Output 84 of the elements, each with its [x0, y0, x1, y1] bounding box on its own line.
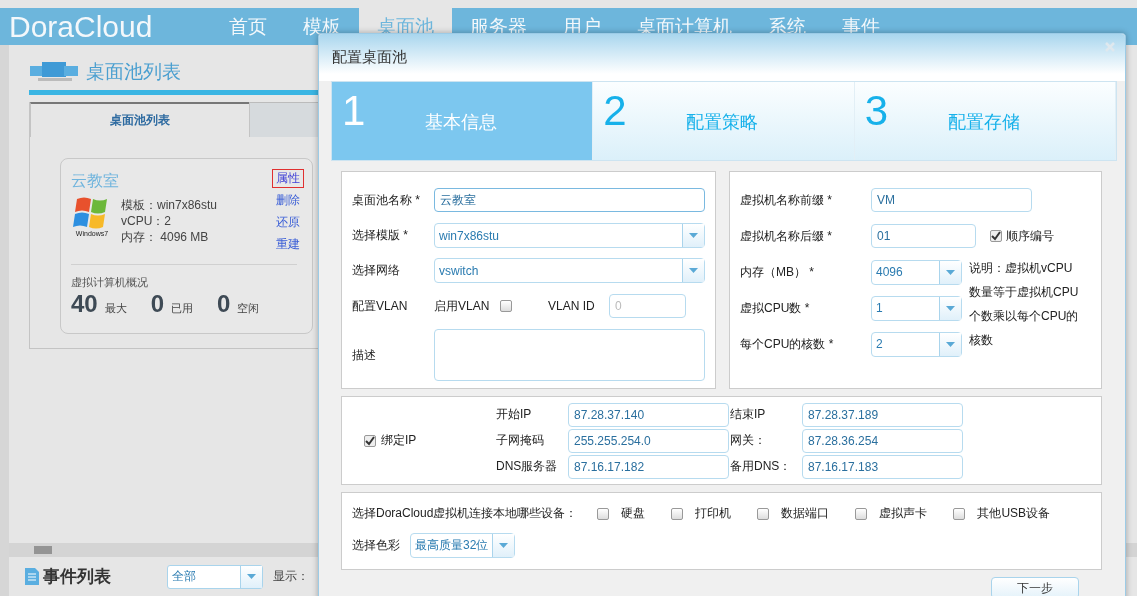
action-link[interactable]: 重建	[272, 235, 304, 254]
caret-icon	[689, 233, 698, 238]
textarea-field[interactable]	[434, 329, 705, 381]
caret-icon	[946, 341, 955, 347]
spec-text: 内存： 4096 MB	[121, 229, 210, 245]
next-button[interactable]: 下一步	[991, 577, 1079, 596]
dialog-title: 配置桌面池	[332, 48, 407, 67]
field-label: VLAN ID	[548, 299, 596, 313]
page-title: 桌面池列表	[86, 60, 181, 84]
caret-icon	[689, 268, 698, 273]
select-field[interactable]: win7x86stu	[434, 223, 705, 248]
input-field[interactable]: 云教室	[434, 188, 705, 212]
input-field[interactable]: 87.16.17.182	[568, 454, 729, 479]
action-link[interactable]: 还原	[272, 213, 304, 232]
select-field[interactable]: 4096	[871, 259, 962, 285]
field-label: 选择DoraCloud虚拟机连接本地哪些设备：	[352, 505, 578, 522]
field-label: 每个CPU的核数 *	[740, 335, 835, 353]
action-link[interactable]: 属性	[272, 169, 304, 188]
checkbox[interactable]	[671, 507, 684, 520]
field-label: 启用VLAN	[434, 297, 491, 315]
input-field[interactable]: 87.28.37.140	[568, 402, 729, 427]
spec-text: 模板：win7x86stu	[121, 197, 218, 213]
action-link[interactable]: 删除	[272, 191, 304, 210]
field-label: 内存（MB） *	[740, 263, 815, 281]
note-text: 说明：虚拟机vCPU数量等于虚拟机CPU个数乘以每个CPU的核数	[969, 260, 1080, 349]
field-label: 显示：	[273, 568, 309, 585]
caret-icon	[946, 269, 955, 275]
caret-icon	[247, 574, 256, 579]
input-field[interactable]: 01	[871, 224, 976, 248]
checkbox-label: 顺序编号	[1006, 227, 1054, 245]
field-label: 虚拟机名称后缀 *	[740, 227, 833, 245]
field-label: 描述	[352, 346, 377, 364]
field-label: 配置VLAN	[352, 297, 409, 315]
caret-icon	[946, 305, 955, 311]
tab[interactable]: 桌面池列表	[30, 102, 250, 137]
stat-label: 已用	[171, 301, 194, 316]
stat-value: 40	[71, 290, 98, 318]
field-label: 虚拟机名称前缀 *	[740, 191, 833, 209]
field-label: 选择网络	[352, 262, 401, 279]
field-label: 子网掩码	[496, 432, 545, 449]
checkbox-label: 其他USB设备	[977, 505, 1051, 522]
checkbox[interactable]	[757, 507, 770, 520]
select-field[interactable]: 1	[871, 295, 962, 321]
document-icon	[25, 568, 39, 585]
select-field[interactable]: vswitch	[434, 258, 705, 283]
field-label: 结束IP	[730, 406, 767, 423]
handle-icon[interactable]	[34, 546, 52, 554]
caret-icon	[499, 543, 508, 548]
field-label: 虚拟CPU数 *	[740, 299, 811, 317]
field-label: 备用DNS：	[730, 458, 793, 475]
checkbox[interactable]	[364, 434, 376, 447]
stat-label: 最大	[104, 301, 127, 316]
input-field[interactable]: VM	[871, 188, 1032, 212]
field-label: DNS服务器	[496, 458, 559, 475]
checkbox[interactable]	[953, 507, 966, 520]
spec-text: vCPU：2	[121, 213, 172, 229]
checkbox-label: 硬盘	[621, 505, 646, 522]
field-label: 网关：	[730, 432, 767, 449]
select-field[interactable]: 2	[871, 331, 962, 357]
checkbox[interactable]	[990, 230, 1002, 242]
brand-logo: DoraCloud	[9, 9, 154, 44]
field-label: 开始IP	[496, 406, 533, 423]
field-label: 桌面池名称 *	[352, 191, 421, 209]
input-field[interactable]: 255.255.254.0	[568, 428, 729, 453]
stat-value: 0	[150, 290, 165, 318]
stat-value: 0	[217, 290, 231, 318]
checkbox-label: 数据端口	[781, 505, 830, 522]
select-field[interactable]: 全部	[167, 564, 263, 589]
checkbox-label: 打印机	[695, 505, 732, 522]
pool-name: 云教室	[71, 171, 120, 191]
input-field[interactable]: 87.28.37.189	[802, 402, 963, 427]
checkbox[interactable]	[597, 507, 610, 520]
field-label: 选择色彩	[352, 537, 401, 554]
stat-label: 空闲	[237, 301, 260, 316]
checkbox-label: 绑定IP	[381, 432, 417, 449]
checkbox-label: 虚拟声卡	[879, 505, 928, 522]
section-title: 事件列表	[43, 566, 112, 588]
field-label: 选择模版 *	[352, 227, 409, 244]
input-field[interactable]: 87.16.17.183	[802, 454, 963, 479]
summary-title: 虚拟计算机概况	[71, 275, 149, 290]
input-field[interactable]: 87.28.36.254	[802, 428, 963, 453]
checkbox[interactable]	[855, 507, 868, 520]
select-field[interactable]: 最高质量32位	[410, 533, 515, 558]
monitors-icon	[30, 62, 80, 82]
